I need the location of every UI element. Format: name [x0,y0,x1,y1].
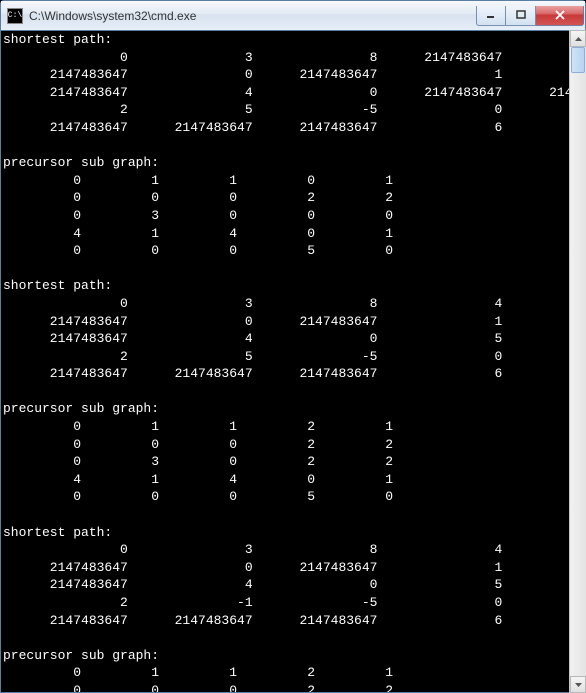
close-button[interactable] [536,6,584,26]
cmd-icon: C:\ [7,8,23,24]
chevron-up-icon [575,37,582,41]
minimize-button[interactable] [476,6,506,26]
minimize-icon [486,10,496,20]
vertical-scrollbar[interactable] [569,30,586,693]
window-title: C:\Windows\system32\cmd.exe [29,9,476,23]
console-output: shortest path: 0 3 8 2147483647 -4 21474… [1,31,585,692]
cmd-window: C:\ C:\Windows\system32\cmd.exe shortest… [0,0,586,693]
window-controls [476,6,584,26]
close-icon [555,10,565,20]
scroll-track[interactable] [570,47,586,676]
scroll-down-button[interactable] [570,676,586,693]
maximize-button[interactable] [506,6,536,26]
scroll-thumb[interactable] [571,47,585,73]
titlebar[interactable]: C:\ C:\Windows\system32\cmd.exe [1,1,585,31]
scroll-up-button[interactable] [570,30,586,47]
chevron-down-icon [575,683,582,687]
maximize-icon [516,10,526,20]
